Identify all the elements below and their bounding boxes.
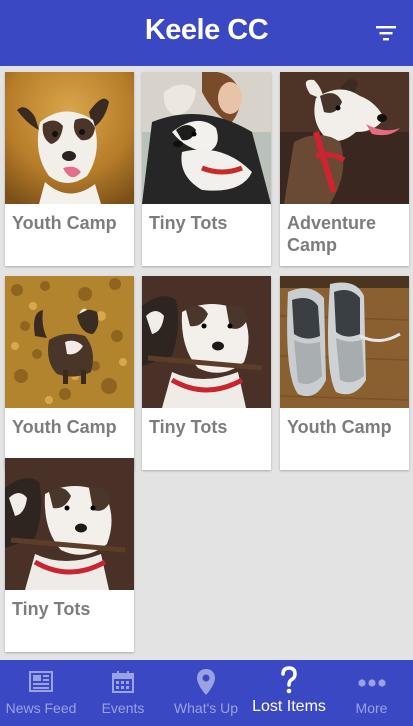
item-label: Youth Camp <box>12 213 117 233</box>
lost-item-card[interactable]: Youth Camp <box>5 72 134 266</box>
lost-item-card[interactable]: Tiny Tots <box>5 458 134 652</box>
lost-item-card[interactable]: Youth Camp <box>280 276 409 470</box>
tab-label: What's Up <box>173 700 239 716</box>
map-pin-icon <box>197 669 215 695</box>
calendar-icon <box>112 671 134 693</box>
lost-items-grid: Youth Camp Tiny Tots Adventure Camp Yout… <box>0 66 413 660</box>
item-label: Youth Camp <box>12 417 117 437</box>
tab-whats-up[interactable]: What's Up <box>164 660 248 726</box>
item-label: Tiny Tots <box>12 599 91 619</box>
item-photo <box>142 276 271 408</box>
item-photo <box>142 72 271 204</box>
tab-events[interactable]: Events <box>82 660 164 726</box>
item-photo <box>280 72 409 204</box>
question-icon <box>281 666 297 694</box>
item-label: Youth Camp <box>287 417 392 437</box>
tab-label: News Feed <box>5 700 77 716</box>
lost-item-card[interactable]: Youth Camp <box>5 276 134 470</box>
tab-label: Lost Items <box>252 698 326 715</box>
bottom-tab-bar: News Feed Events What's Up Lost Items Mo… <box>0 660 413 726</box>
newspaper-icon <box>29 671 53 692</box>
tab-more[interactable]: More <box>330 660 413 726</box>
item-photo <box>280 276 409 408</box>
lost-item-card[interactable]: Adventure Camp <box>280 72 409 266</box>
lost-item-card[interactable]: Tiny Tots <box>142 72 271 266</box>
tab-label: Events <box>101 700 145 716</box>
item-photo <box>5 72 134 204</box>
tab-lost-items[interactable]: Lost Items <box>248 660 330 726</box>
item-label: Tiny Tots <box>149 213 228 233</box>
item-photo <box>5 276 134 408</box>
tab-news-feed[interactable]: News Feed <box>0 660 82 726</box>
filter-button[interactable] <box>375 22 397 44</box>
item-photo <box>5 458 134 590</box>
filter-icon <box>376 26 396 41</box>
app-header: Keele CC <box>0 0 413 66</box>
app-title: Keele CC <box>144 14 269 46</box>
item-label: Tiny Tots <box>149 417 228 437</box>
lost-item-card[interactable]: Tiny Tots <box>142 276 271 470</box>
more-dots-icon <box>357 679 386 687</box>
tab-label: More <box>355 700 388 716</box>
item-label: Adventure Camp <box>287 213 377 255</box>
